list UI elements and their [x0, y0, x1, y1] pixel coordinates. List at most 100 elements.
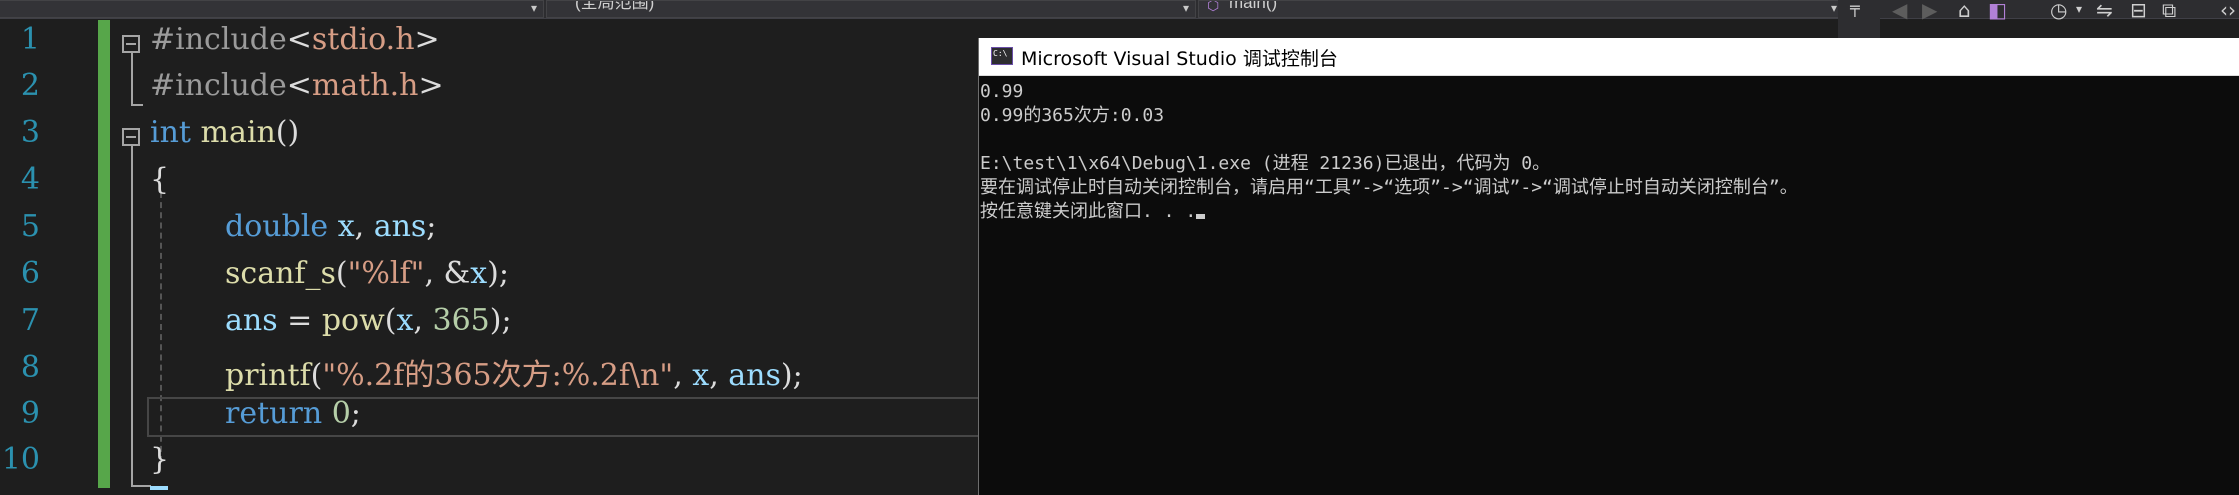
console-line: 0.99 [980, 81, 1024, 102]
angle-open: < [286, 68, 312, 103]
paren-open: ( [384, 303, 397, 338]
angle-open: < [286, 22, 312, 57]
angle-close: > [418, 68, 444, 103]
collapse-toggle-icon[interactable] [122, 128, 140, 146]
fold-line [131, 146, 133, 486]
keyword: double [225, 209, 329, 244]
console-line: 按任意键关闭此窗口. . . [980, 201, 1197, 222]
separator: , [709, 358, 729, 393]
chevron-down-icon: ▾ [1830, 1, 1837, 15]
console-line-prompt: 按任意键关闭此窗口. . . [980, 200, 1798, 224]
line-number: 3 [20, 115, 40, 150]
semicolon: ; [350, 396, 361, 431]
vs-switch-icon[interactable]: ◧ [1988, 0, 2007, 22]
history-icon[interactable]: ◷ [2050, 0, 2067, 22]
open-brace: { [150, 162, 170, 197]
header-name: stdio.h [311, 22, 415, 57]
line-number: 4 [20, 162, 40, 197]
string-literal: "%lf" [347, 256, 425, 291]
variable: x [396, 303, 414, 338]
code-line-6: scanf_s("%lf", &x); [225, 256, 509, 291]
separator: , & [424, 256, 471, 291]
code-line-7: ans = pow(x, 365); [225, 303, 512, 338]
variable: x [470, 256, 488, 291]
line-number: 5 [20, 209, 40, 244]
paren-close: ); [489, 303, 512, 338]
change-tracking-bar [98, 20, 110, 488]
line-number: 2 [20, 68, 40, 103]
code-icon[interactable]: ‹› [2220, 0, 2236, 22]
paren-open: ( [310, 358, 323, 393]
debug-console-window[interactable]: Microsoft Visual Studio 调试控制台 0.99 0.99的3… [978, 38, 2239, 495]
string-literal: "%.2f的365次方:%.2f\n" [322, 358, 674, 393]
code-line-8: printf("%.2f的365次方:%.2f\n", x, ans); [225, 350, 803, 394]
chevron-down-icon: ▾ [530, 1, 537, 15]
fold-line-end [131, 104, 143, 106]
line-number: 9 [20, 396, 40, 431]
console-line: E:\test\1\x64\Debug\1.exe (进程 21236)已退出，… [980, 153, 1551, 174]
code-line-2: #include<math.h> [150, 68, 444, 103]
back-icon[interactable]: ◀ [1892, 0, 1907, 22]
function-call: printf [225, 358, 311, 393]
line-number: 6 [20, 256, 40, 291]
chevron-down-icon[interactable]: ▾ [2076, 2, 2082, 16]
member-dropdown-value: main() [1229, 0, 1278, 12]
sync-icon[interactable]: ⇋ [2096, 0, 2113, 22]
console-line: ​ [980, 128, 1798, 152]
home-icon[interactable]: ⌂ [1958, 0, 1971, 22]
header-name: math.h [311, 68, 419, 103]
member-dropdown[interactable]: ⬡ main() ▾ [1198, 0, 1844, 18]
split-window-icon[interactable]: ╤ [1850, 0, 1860, 17]
console-line: 要在调试停止时自动关闭控制台，请启用“工具”->“选项”->“调试”->“调试停… [980, 177, 1798, 198]
console-title-bar[interactable]: Microsoft Visual Studio 调试控制台 [979, 38, 2239, 76]
code-line-10: } [150, 442, 169, 477]
variable: ans [373, 209, 427, 244]
solution-explorer-toolbar: ◀ ▶ ⌂ ◧ ◷ ▾ ⇋ ⊟ ⧉ ‹› [1880, 0, 2239, 22]
close-brace: } [150, 442, 170, 477]
scope-dropdown[interactable]: (全局范围) ▾ [546, 0, 1196, 18]
text-caret [150, 486, 168, 490]
code-line-9: return 0; [225, 396, 361, 431]
line-number: 7 [20, 303, 40, 338]
parens: () [275, 115, 300, 150]
function-name: main [200, 115, 276, 150]
semicolon: ; [426, 209, 437, 244]
line-number: 1 [20, 22, 40, 57]
keyword: int [150, 115, 191, 150]
variable: x [692, 358, 710, 393]
collapse-icon[interactable]: ⊟ [2130, 0, 2147, 22]
code-line-5: double x, ans; [225, 209, 436, 244]
line-number: 8 [20, 350, 40, 385]
console-line: 0.99的365次方:0.03 [980, 105, 1165, 126]
scope-dropdown-value: (全局范围) [575, 0, 655, 12]
console-app-icon [991, 47, 1013, 65]
variable: ans [225, 303, 278, 338]
collapse-toggle-icon[interactable] [122, 35, 140, 53]
console-output[interactable]: 0.99 0.99的365次方:0.03​E:\test\1\x64\Debug\… [980, 80, 1798, 224]
splitter: ╤ [1838, 0, 1880, 38]
preprocessor-directive: #include [150, 68, 287, 103]
separator: , [354, 209, 374, 244]
paren-open: ( [335, 256, 348, 291]
number-literal: 365 [432, 303, 490, 338]
project-dropdown[interactable]: ▾ [0, 0, 544, 18]
line-number: 10 [1, 442, 40, 477]
fold-line [131, 53, 133, 105]
console-cursor [1196, 214, 1206, 219]
copy-icon[interactable]: ⧉ [2162, 0, 2176, 22]
paren-close: ); [487, 256, 509, 291]
code-line-3: int main() [150, 115, 299, 150]
angle-close: > [414, 22, 440, 57]
variable: x [337, 209, 355, 244]
fold-line-end [131, 485, 151, 487]
separator: , [413, 303, 433, 338]
forward-icon[interactable]: ▶ [1922, 0, 1937, 22]
chevron-down-icon: ▾ [1182, 1, 1189, 15]
number-literal: 0 [331, 396, 351, 431]
keyword: return [225, 396, 323, 431]
method-icon: ⬡ [1207, 0, 1220, 13]
console-title: Microsoft Visual Studio 调试控制台 [1021, 48, 1338, 70]
navigation-bar: ▾ (全局范围) ▾ ⬡ main() ▾ ╤ ◀ ▶ ⌂ ◧ ◷ ▾ ⇋ ⊟ … [0, 0, 2239, 38]
assign: = [277, 303, 322, 338]
function-call: pow [321, 303, 385, 338]
